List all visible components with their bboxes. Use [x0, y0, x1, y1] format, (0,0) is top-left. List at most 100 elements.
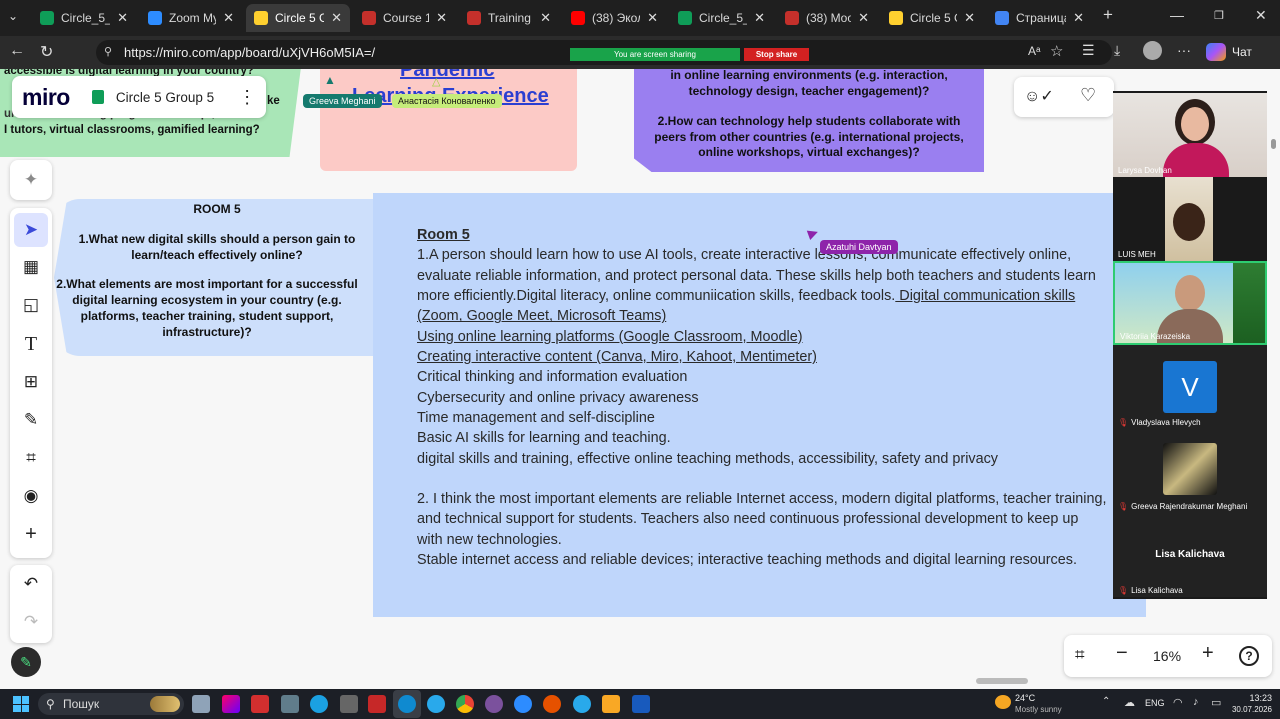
- more-menu-icon[interactable]: ···: [1177, 42, 1191, 58]
- back-icon[interactable]: ←: [9, 42, 25, 60]
- stop-share-button[interactable]: Stop share: [744, 48, 809, 61]
- task-view-icon[interactable]: [192, 695, 210, 713]
- zoom-taskbar-icon[interactable]: [514, 695, 532, 713]
- tab-close-icon[interactable]: ✕: [647, 10, 658, 26]
- browser-tab[interactable]: Training Mat ✕: [459, 4, 559, 32]
- browser-tab[interactable]: (38) Moodle ✕: [777, 4, 877, 32]
- undo-icon[interactable]: ↶: [20, 573, 42, 595]
- maximize-icon[interactable]: ❐: [1214, 9, 1224, 22]
- site-info-icon[interactable]: ⚲: [104, 45, 112, 58]
- browser-tab[interactable]: Circle_5_Sch ✕: [32, 4, 136, 32]
- telegram-2-icon[interactable]: [573, 695, 591, 713]
- battery-icon[interactable]: ▭: [1211, 696, 1221, 709]
- weather-desc[interactable]: Mostly sunny: [1015, 705, 1062, 714]
- redo-icon[interactable]: ↷: [20, 611, 42, 633]
- downloads-icon[interactable]: ⤓: [1114, 42, 1120, 59]
- volume-icon[interactable]: ♪: [1193, 696, 1199, 708]
- chrome-icon[interactable]: [456, 695, 474, 713]
- tab-close-icon[interactable]: ✕: [436, 10, 447, 26]
- acrobat-icon[interactable]: [251, 695, 269, 713]
- answer-link-3: Creating interactive content (Canva, Mir…: [417, 349, 817, 366]
- frames-icon[interactable]: ▦: [20, 256, 42, 278]
- participant-face: [1181, 107, 1209, 141]
- close-window-icon[interactable]: ✕: [1255, 7, 1267, 24]
- board-name[interactable]: Circle 5 Group 5: [116, 90, 214, 105]
- text-tool-icon[interactable]: T: [20, 333, 42, 355]
- edit-pen-button[interactable]: ✎: [11, 647, 41, 677]
- language-indicator[interactable]: ENG: [1145, 698, 1165, 708]
- viber-icon[interactable]: [485, 695, 503, 713]
- red-app-icon[interactable]: [368, 695, 386, 713]
- browser-tab[interactable]: (38) Эколог ✕: [563, 4, 666, 32]
- tab-search-icon[interactable]: ⌄: [8, 9, 18, 23]
- favorite-star-icon[interactable]: ☆: [1050, 42, 1063, 60]
- ai-sparkle-icon[interactable]: ✦: [20, 169, 42, 191]
- browser-tab[interactable]: Circle 5 Grou ✕: [246, 4, 350, 32]
- app-sun-icon[interactable]: [543, 695, 561, 713]
- tab-close-icon[interactable]: ✕: [858, 10, 869, 26]
- copilot-taskbar-icon[interactable]: [222, 695, 240, 713]
- browser-tab[interactable]: Course 1 (2) ✕: [354, 4, 455, 32]
- wifi-icon[interactable]: ◠: [1173, 696, 1183, 709]
- shapes-icon[interactable]: ⊞: [20, 371, 42, 393]
- tray-cloud-icon[interactable]: ☁: [1124, 696, 1135, 709]
- favorites-icon[interactable]: ☰: [1082, 42, 1095, 59]
- reactions-icon[interactable]: ☺✓: [1024, 86, 1054, 106]
- tab-close-icon[interactable]: ✕: [117, 10, 128, 26]
- clock-time[interactable]: 13:23: [1228, 693, 1272, 703]
- chat-label[interactable]: Чат: [1232, 45, 1252, 59]
- board-menu-icon[interactable]: ⋮: [238, 87, 256, 108]
- windows-start-icon[interactable]: [13, 696, 29, 712]
- add-more-icon[interactable]: +: [20, 523, 42, 545]
- video-tile[interactable]: Larysa Dovhan: [1113, 93, 1267, 177]
- browser-tab[interactable]: Circle_5_Sch ✕: [670, 4, 773, 32]
- miro-board-canvas[interactable]: accessible is digital learning in your c…: [0, 69, 1280, 689]
- copilot-icon[interactable]: [1206, 43, 1226, 61]
- tab-close-icon[interactable]: ✕: [331, 10, 342, 26]
- video-tile[interactable]: 🎙 Greeva Rajendrakumar Meghani: [1113, 429, 1267, 513]
- tab-close-icon[interactable]: ✕: [754, 10, 765, 26]
- participant-name-row: 🎙 Lisa Kalichava: [1118, 586, 1183, 595]
- browser-tab[interactable]: Страница п ✕: [987, 4, 1092, 32]
- help-icon[interactable]: ?: [1239, 646, 1259, 666]
- miro-logo[interactable]: miro: [22, 84, 70, 111]
- video-tile[interactable]: Lisa Kalichava 🎙 Lisa Kalichava: [1113, 513, 1267, 597]
- video-tile[interactable]: LUIS MEH: [1113, 177, 1267, 261]
- select-cursor-icon[interactable]: ➤: [20, 219, 42, 241]
- zoom-in-icon[interactable]: +: [1202, 642, 1214, 665]
- file-explorer-icon[interactable]: [602, 695, 620, 713]
- reload-icon[interactable]: ↻: [40, 42, 53, 62]
- new-tab-icon[interactable]: +: [1103, 5, 1113, 25]
- sticky-note-icon[interactable]: ◱: [20, 294, 42, 316]
- weather-temp[interactable]: 24°C: [1015, 693, 1035, 703]
- tray-chevron-icon[interactable]: ⌃: [1102, 696, 1110, 707]
- telegram-icon[interactable]: [427, 695, 445, 713]
- profile-avatar[interactable]: [1143, 41, 1162, 60]
- vertical-scrollbar[interactable]: [1271, 139, 1276, 149]
- edge-icon[interactable]: [398, 695, 416, 713]
- word-icon[interactable]: [632, 695, 650, 713]
- browser-tab[interactable]: Zoom My N ✕: [140, 4, 242, 32]
- minimize-icon[interactable]: —: [1170, 7, 1184, 23]
- frame-crop-icon[interactable]: ⌗: [20, 447, 42, 469]
- browser-tab[interactable]: Circle 5 Grou ✕: [881, 4, 983, 32]
- tab-close-icon[interactable]: ✕: [223, 10, 234, 26]
- url-text[interactable]: https://miro.com/app/board/uXjVH6oM5IA=/: [124, 45, 375, 60]
- calculator-icon[interactable]: [281, 695, 299, 713]
- tab-close-icon[interactable]: ✕: [964, 10, 975, 26]
- video-tile[interactable]: V 🎙 Vladyslava Hlevych: [1113, 345, 1267, 429]
- file-app-icon[interactable]: [340, 695, 358, 713]
- zoom-level[interactable]: 16%: [1153, 648, 1181, 664]
- comments-icon[interactable]: ♡: [1080, 85, 1096, 106]
- edge-dev-icon[interactable]: [310, 695, 328, 713]
- read-aloud-icon[interactable]: Aᵃ: [1028, 44, 1040, 58]
- pen-icon[interactable]: ✎: [20, 409, 42, 431]
- video-tile[interactable]: Viktoriia Karazeiska: [1113, 261, 1267, 345]
- tab-close-icon[interactable]: ✕: [1073, 10, 1084, 26]
- zoom-out-icon[interactable]: −: [1116, 642, 1128, 665]
- clock-date[interactable]: 30.07.2026: [1226, 705, 1272, 714]
- horizontal-scrollbar[interactable]: [976, 678, 1028, 684]
- fit-to-screen-icon[interactable]: ⌗: [1075, 645, 1085, 665]
- tab-close-icon[interactable]: ✕: [540, 10, 551, 26]
- sticker-palette-icon[interactable]: ◉: [20, 485, 42, 507]
